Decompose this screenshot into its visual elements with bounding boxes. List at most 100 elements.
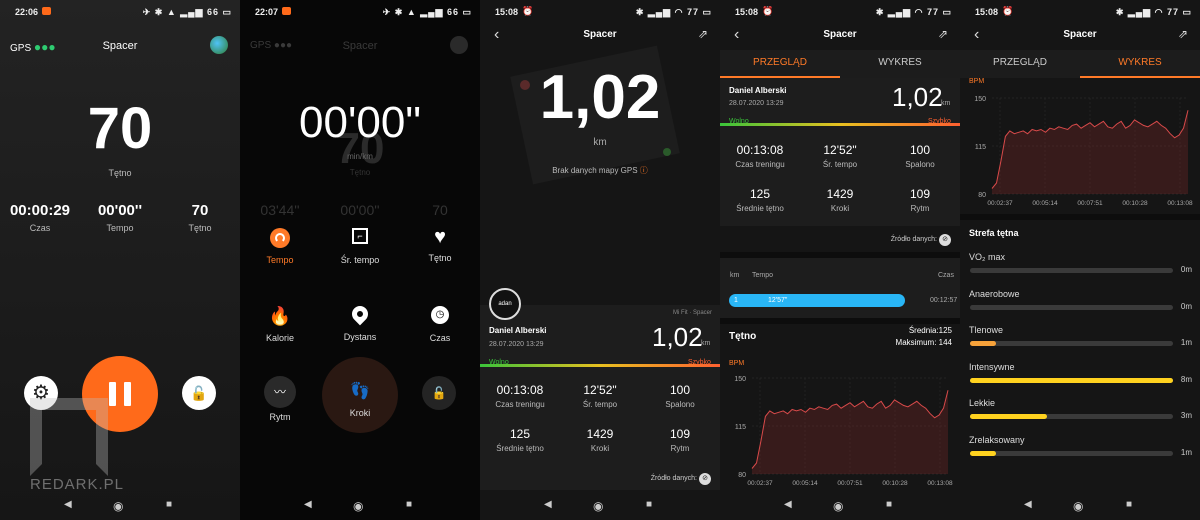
status-bar: 22:07 ✈ ✱ ▲ ▂▄▆ 66 ▭ bbox=[240, 0, 480, 22]
status-time: 22:06 bbox=[15, 7, 39, 17]
home-nav-icon[interactable]: ◉ bbox=[113, 499, 123, 513]
avatar[interactable]: adan bbox=[489, 288, 521, 320]
back-nav-icon[interactable]: ◀ bbox=[64, 499, 72, 510]
user-name: Daniel Alberski bbox=[729, 86, 787, 95]
tab-chart[interactable]: WYKRES bbox=[1080, 50, 1200, 78]
menu-item-distance[interactable]: Dystans bbox=[320, 302, 400, 342]
menu-item-heart[interactable]: ♥ Tętno bbox=[400, 226, 480, 263]
menu-item-cadence[interactable]: 〰 Rytm bbox=[240, 376, 320, 422]
back-button[interactable]: ‹ bbox=[734, 26, 739, 44]
menu-item-label: Dystans bbox=[343, 332, 377, 342]
stat-label: Czas bbox=[29, 223, 51, 233]
heart-rate-label: Tętno bbox=[108, 168, 132, 178]
stat-label: Kroki bbox=[830, 204, 850, 213]
home-nav-icon[interactable]: ◉ bbox=[1073, 499, 1083, 513]
unlock-button[interactable]: 🔓 bbox=[182, 376, 216, 410]
heart-icon: ♥ bbox=[434, 226, 446, 248]
menu-item-avg-tempo[interactable]: ⌐ Śr. tempo bbox=[320, 228, 400, 265]
distance-unit: km bbox=[593, 137, 607, 148]
page-title: Spacer bbox=[1063, 29, 1097, 40]
splits-card bbox=[720, 258, 960, 318]
recents-nav-icon[interactable]: ■ bbox=[886, 499, 892, 510]
menu-item-time[interactable]: ◷ Czas bbox=[400, 306, 480, 343]
share-icon: ⇗ bbox=[698, 27, 709, 41]
stat-avg-heart: 125 Średnie tętno bbox=[480, 427, 560, 453]
back-nav-icon[interactable]: ◀ bbox=[784, 499, 792, 510]
stat-duration: 00:13:08 Czas treningu bbox=[720, 143, 800, 169]
menu-item-tempo[interactable]: Tempo bbox=[240, 228, 320, 265]
zone-bar bbox=[970, 341, 1173, 346]
zone-bar bbox=[970, 377, 1173, 383]
y-tick-label: 80 bbox=[738, 472, 746, 479]
menu-item-steps[interactable]: 👣 Kroki bbox=[320, 382, 400, 418]
pace-gauge bbox=[480, 364, 720, 367]
battery-level: 66 bbox=[206, 7, 219, 17]
share-button[interactable]: ⇗ bbox=[1178, 27, 1188, 41]
stat-value: 00:00:29 bbox=[9, 202, 71, 219]
data-source-icon[interactable]: ⊘ bbox=[939, 234, 951, 246]
share-button[interactable]: ⇗ bbox=[938, 27, 948, 41]
menu-item-calories[interactable]: 🔥 Kalorie bbox=[240, 306, 320, 343]
battery-level: 77 bbox=[686, 7, 699, 17]
zone-label: Lekkie bbox=[969, 398, 996, 408]
footprints-icon: 👣 bbox=[350, 383, 370, 400]
no-map-text: Brak danych mapy GPS bbox=[552, 166, 638, 175]
recents-nav-icon[interactable]: ■ bbox=[1126, 499, 1132, 510]
tab-overview[interactable]: PRZEGLĄD bbox=[960, 50, 1080, 78]
gps-label: GPS bbox=[10, 43, 32, 54]
stat-value: 100 bbox=[909, 143, 931, 157]
location-pin-icon bbox=[348, 302, 372, 326]
x-tick-label: 00:05:14 bbox=[1032, 200, 1058, 207]
status-bar: 15:08 ⏰ ✱ ▂▄▆ ◠ 77 ▭ bbox=[720, 0, 960, 22]
tab-overview[interactable]: PRZEGLĄD bbox=[720, 50, 840, 78]
data-source-icon[interactable]: ⊘ bbox=[699, 473, 711, 485]
gps-indicator: GPS ●●● bbox=[250, 40, 293, 51]
overview-tab-screen: 15:08 ⏰ ✱ ▂▄▆ ◠ 77 ▭ ‹ Spacer ⇗ PRZEGLĄD… bbox=[720, 0, 960, 520]
status-icons: ✱ ▂▄▆ ◠ 77 ▭ bbox=[875, 7, 952, 17]
system-navbar: ◀ ◉ ■ bbox=[0, 492, 240, 520]
stat-value: 1429 bbox=[586, 427, 614, 441]
unlock-button[interactable]: 🔓 bbox=[422, 376, 456, 410]
status-time: 15:08 bbox=[495, 7, 519, 17]
status-icons: ✈ ✱ ▲ ▂▄▆ 66 ▭ bbox=[382, 7, 472, 17]
recents-nav-icon[interactable]: ■ bbox=[166, 499, 172, 510]
distance-small: 1,02 bbox=[652, 322, 703, 352]
splits-col-tempo: Tempo bbox=[752, 272, 774, 279]
back-nav-icon[interactable]: ◀ bbox=[544, 499, 552, 510]
back-button[interactable]: ‹ bbox=[494, 26, 499, 44]
x-tick-label: 00:02:37 bbox=[987, 200, 1013, 207]
back-nav-icon[interactable]: ◀ bbox=[304, 499, 312, 510]
back-nav-icon[interactable]: ◀ bbox=[1024, 499, 1032, 510]
share-button[interactable]: ⇗ bbox=[698, 27, 708, 41]
stat-cadence: 109 Rytm bbox=[880, 187, 960, 213]
recents-nav-icon[interactable]: ■ bbox=[646, 499, 652, 510]
chart-unit-label: BPM bbox=[969, 78, 985, 85]
heart-rate-avg: Średnia:125 bbox=[908, 326, 952, 335]
x-tick-label: 00:05:14 bbox=[792, 480, 818, 487]
zones-title: Strefa tętna bbox=[969, 228, 1019, 238]
menu-item-label: Czas bbox=[429, 333, 451, 343]
heart-rate-max: Maksimum: 144 bbox=[895, 338, 952, 347]
pace-gauge bbox=[720, 123, 960, 126]
stat-heart: 70 Tętno bbox=[160, 202, 240, 233]
stat-value: 1429 bbox=[826, 187, 854, 201]
tab-chart[interactable]: WYKRES bbox=[840, 50, 960, 78]
home-nav-icon[interactable]: ◉ bbox=[593, 499, 603, 513]
divider bbox=[720, 318, 960, 324]
home-nav-icon[interactable]: ◉ bbox=[833, 499, 843, 513]
home-nav-icon[interactable]: ◉ bbox=[353, 499, 363, 513]
y-tick-label: 115 bbox=[975, 144, 986, 151]
stat-calories: 100 Spalono bbox=[880, 143, 960, 169]
recents-nav-icon[interactable]: ■ bbox=[406, 499, 412, 510]
map-icon[interactable] bbox=[210, 36, 228, 54]
stat-label: Średnie tętno bbox=[736, 204, 784, 213]
distance-value: 1,02 bbox=[539, 63, 661, 132]
system-navbar: ◀ ◉ ■ bbox=[720, 492, 960, 520]
back-button[interactable]: ‹ bbox=[974, 26, 979, 44]
zone-fill bbox=[970, 377, 1173, 383]
stat-label: Kroki bbox=[590, 444, 610, 453]
map-icon bbox=[450, 36, 468, 54]
system-navbar: ◀ ◉ ■ bbox=[960, 492, 1200, 520]
gauge-slow-label: Wolno bbox=[489, 359, 509, 366]
x-tick-label: 00:07:51 bbox=[837, 480, 863, 487]
